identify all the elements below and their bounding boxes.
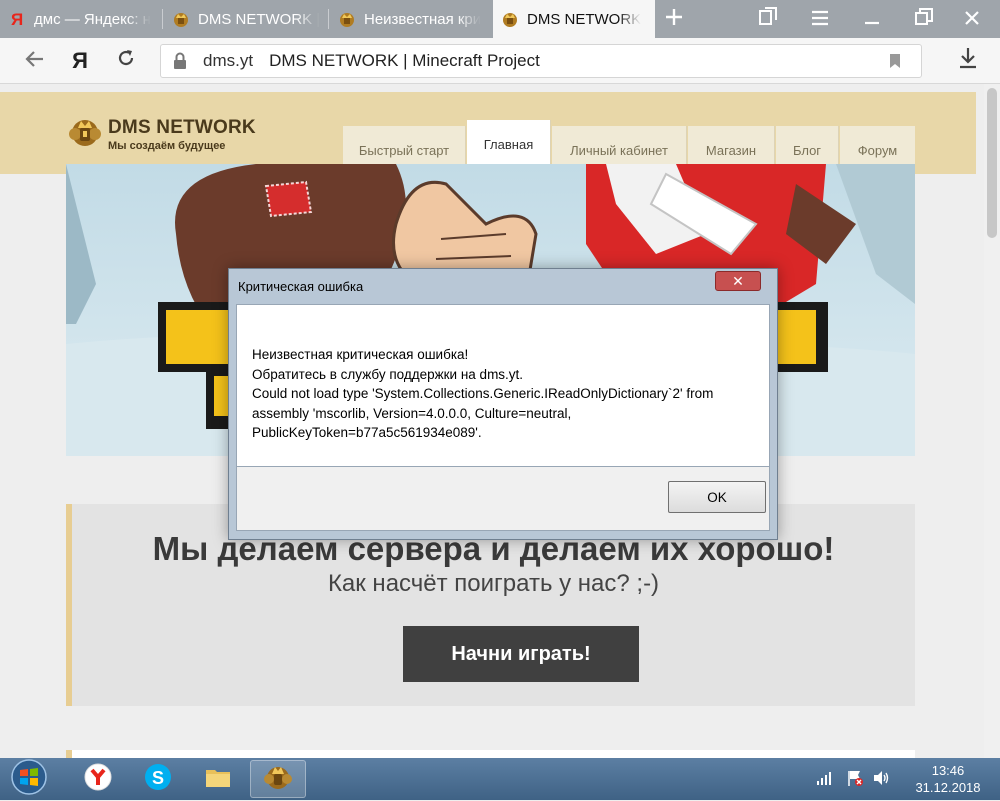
dialog-title: Критическая ошибка [238,279,364,294]
logo-brand-text: DMS NETWORK [108,117,256,138]
start-playing-button[interactable]: Начни играть! [403,626,639,682]
tab-title: DMS NETWORK [527,10,642,28]
critical-error-dialog: Критическая ошибка ✕ Неизвестная критиче… [228,268,778,540]
message-line: PublicKeyToken=b77a5c561934e089'. [252,425,482,440]
yandex-browser-icon [83,762,113,797]
clock-date[interactable]: 31.12.2018 [906,780,990,795]
folder-icon [203,762,233,797]
tab-title: DMS NETWORK | [198,10,321,28]
site-header: DMS NETWORK Мы создаём будущее Быстрый с… [0,92,976,174]
hamburger-icon [811,6,829,32]
yandex-icon: Я [8,10,26,28]
message-line: Could not load type 'System.Collections.… [252,386,714,401]
browser-tab-yandex-search[interactable]: Я дмс — Яндекс: н [0,0,160,38]
taskbar-dms-launcher[interactable] [250,760,306,798]
skype-icon: S [143,762,173,797]
taskbar-yandex-browser[interactable] [70,760,126,798]
download-icon [958,47,978,75]
ok-button[interactable]: OK [668,481,766,513]
taskbar-skype[interactable]: S [130,760,186,798]
dms-crown-icon [338,10,356,28]
lock-icon [173,52,187,75]
windows-taskbar: S 13:46 31.12.2018 [0,758,1000,800]
menu-button[interactable] [800,0,840,38]
svg-text:Я: Я [11,10,23,28]
next-section [66,750,915,758]
dialog-close-button[interactable]: ✕ [715,271,761,291]
volume-icon[interactable] [872,769,890,792]
browser-address-bar: Я dms.yt DMS NETWORK | Minecraft Project [0,38,1000,84]
cta-subtitle: Как насчёт поиграть у нас? ;-) [327,570,660,597]
dms-launcher-icon [262,762,294,797]
close-window-button[interactable] [952,0,992,38]
close-icon [964,6,980,32]
minimize-icon [864,6,880,32]
tab-manager-button[interactable] [748,0,788,38]
restore-button[interactable] [904,0,944,38]
action-center-flag-icon[interactable] [846,769,864,792]
logo-tagline: Мы создаём будущее [108,140,226,152]
reload-button[interactable] [106,38,146,84]
url-page-title: DMS NETWORK | Minecraft Project [269,51,540,70]
browser-tab-strip: Я дмс — Яндекс: н DMS NETWORK | Неизвест… [0,0,1000,38]
taskbar-explorer[interactable] [190,760,246,798]
url-host: dms.yt [203,51,254,70]
dms-crown-icon [172,10,190,28]
arrow-left-icon [24,48,44,74]
clock-time[interactable]: 13:46 [918,763,978,778]
message-line: assembly 'mscorlib, Version=4.0.0.0, Cul… [252,405,572,421]
downloads-button[interactable] [948,38,988,84]
bookmark-icon[interactable] [889,53,901,74]
close-icon: ✕ [732,272,744,289]
browser-tab-critical-error[interactable]: Неизвестная кри [330,0,490,38]
signal-icon[interactable] [816,770,832,791]
windows-logo-icon [10,758,48,801]
page-scrollbar[interactable] [984,84,1000,758]
start-button[interactable] [2,758,56,801]
bookmarks-icon [758,6,778,32]
dms-crown-logo-icon [66,116,104,153]
dialog-message-area: Неизвестная критическая ошибка! Обратите… [236,304,770,467]
browser-tab-dms-network[interactable]: DMS NETWORK | [164,0,324,38]
dialog-footer: OK [236,467,770,531]
url-field[interactable]: dms.yt DMS NETWORK | Minecraft Project [160,44,922,78]
message-line: Обратитесь в службу поддержки на dms.yt. [252,366,524,382]
scrollbar-thumb[interactable] [987,88,997,238]
back-button[interactable] [14,38,54,84]
dms-crown-icon [501,10,519,28]
message-line: Неизвестная критическая ошибка! [252,347,469,362]
dialog-message: Неизвестная критическая ошибка! Обратите… [252,345,752,443]
reload-icon [116,48,136,74]
tab-title: Неизвестная кри [364,10,482,28]
site-logo[interactable]: DMS NETWORK Мы создаём будущее [66,116,256,153]
browser-tab-dms-network-active[interactable]: DMS NETWORK [493,0,655,38]
plus-icon [665,6,683,32]
svg-text:S: S [152,768,164,788]
restore-icon [915,6,933,32]
new-tab-button[interactable] [654,0,694,38]
minimize-button[interactable] [852,0,892,38]
yandex-home-button[interactable]: Я [60,38,100,84]
tab-title: дмс — Яндекс: н [34,10,151,28]
